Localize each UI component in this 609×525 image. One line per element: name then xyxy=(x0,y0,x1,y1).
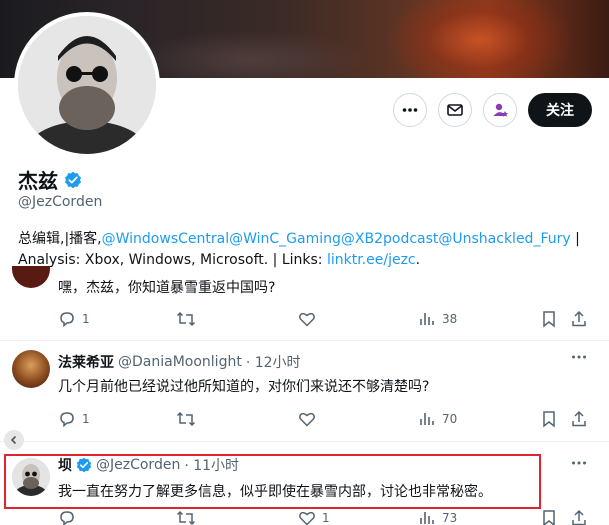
tweet-actions: 1 70 xyxy=(58,410,598,432)
tweet-divider xyxy=(0,441,609,442)
bookmark-icon xyxy=(543,411,555,428)
views-count: 38 xyxy=(442,312,458,326)
tweet-avatar[interactable] xyxy=(12,350,50,388)
tweet-author-handle[interactable]: @JezCorden xyxy=(96,457,180,473)
bio-line2: Analysis: Xbox, Windows, Microsoft. | Li… xyxy=(18,252,327,268)
views-button[interactable]: 38 xyxy=(418,310,457,328)
tweet-author-handle[interactable]: @DaniaMoonlight xyxy=(118,354,242,370)
reply-button[interactable]: 1 xyxy=(58,410,90,428)
share-icon xyxy=(572,310,586,327)
tweet-divider xyxy=(0,340,609,341)
like-count: 1 xyxy=(322,511,330,525)
follow-button-label: 关注 xyxy=(546,103,574,119)
reply-icon xyxy=(60,312,74,328)
tweet-meta: 法莱希亚 @DaniaMoonlight · 12小时 xyxy=(58,352,301,372)
retweet-icon xyxy=(176,311,196,327)
views-icon xyxy=(420,512,434,524)
views-button[interactable]: 73 xyxy=(418,509,457,525)
bookmark-button[interactable] xyxy=(540,310,558,328)
views-icon xyxy=(420,313,434,325)
retweet-icon xyxy=(176,411,196,427)
tweet-author-name[interactable]: 法莱希亚 xyxy=(58,352,114,372)
bookmark-button[interactable] xyxy=(540,410,558,428)
reply-count: 1 xyxy=(82,312,90,326)
tweet-text: 嘿，杰兹，你知道暴雪重返中国吗? xyxy=(58,280,276,296)
tweet-avatar[interactable] xyxy=(12,458,50,496)
reply-button[interactable]: 1 xyxy=(58,310,90,328)
retweet-button[interactable] xyxy=(176,509,196,525)
more-options-button[interactable] xyxy=(393,93,427,127)
tweet-text: 我一直在努力了解更多信息，似乎即使在暴雪内部，讨论也非常秘密。 xyxy=(58,484,492,500)
scroll-left-button[interactable] xyxy=(4,430,24,450)
retweet-button[interactable] xyxy=(176,310,196,328)
tweet-actions: 1 38 xyxy=(58,310,598,332)
tweet-text: 几个月前他已经说过他所知道的，对你们来说还不够清楚吗? xyxy=(58,379,430,395)
bio-prefix: 总编辑,|播客, xyxy=(18,231,102,247)
views-button[interactable]: 70 xyxy=(418,410,457,428)
bio-suffix: | xyxy=(570,231,580,247)
more-icon xyxy=(572,355,586,359)
profile-handle: @JezCorden xyxy=(18,194,103,210)
profile-name-row: 杰兹 xyxy=(18,165,82,194)
reply-button[interactable] xyxy=(58,509,76,525)
more-icon xyxy=(572,461,586,465)
profile-avatar[interactable] xyxy=(14,12,160,158)
bookmark-icon xyxy=(543,311,555,328)
reply-icon xyxy=(60,412,74,428)
like-button[interactable]: 1 xyxy=(298,509,330,525)
bio-end: . xyxy=(415,252,421,268)
like-icon xyxy=(299,511,315,525)
views-count: 70 xyxy=(442,412,458,426)
reply-icon xyxy=(60,511,74,525)
more-icon xyxy=(402,108,418,112)
profile-bio: 总编辑,|播客,@WindowsCentral@WinC_Gaming@XB2p… xyxy=(18,229,598,271)
subscribe-button[interactable] xyxy=(483,93,517,127)
verified-icon xyxy=(65,171,81,188)
tweet-meta: 坝 @JezCorden · 11小时 xyxy=(58,455,239,475)
tweet-more-button[interactable] xyxy=(570,456,588,474)
retweet-icon xyxy=(176,510,196,525)
message-button[interactable] xyxy=(438,93,472,127)
bookmark-button[interactable] xyxy=(540,509,558,525)
tweet-time[interactable]: · 11小时 xyxy=(184,455,239,475)
like-button[interactable] xyxy=(298,410,316,428)
chevron-left-icon xyxy=(10,435,17,445)
bookmark-icon xyxy=(543,510,555,525)
bio-mentions[interactable]: @WindowsCentral@WinC_Gaming@XB2podcast@U… xyxy=(102,231,571,247)
tweet-actions: 1 73 xyxy=(58,509,598,525)
tweet-time[interactable]: · 12小时 xyxy=(246,352,301,372)
profile-name: 杰兹 xyxy=(18,169,58,193)
share-icon xyxy=(572,509,586,525)
reply-count: 1 xyxy=(82,412,90,426)
share-button[interactable] xyxy=(570,509,588,525)
views-icon xyxy=(420,413,434,425)
like-icon xyxy=(299,412,315,427)
tweet-author-name[interactable]: 坝 xyxy=(58,455,72,475)
subscribe-icon xyxy=(493,103,508,117)
follow-button[interactable]: 关注 xyxy=(528,93,592,127)
like-button[interactable] xyxy=(298,310,316,328)
tweet-avatar[interactable] xyxy=(12,266,50,288)
views-count: 73 xyxy=(442,511,458,525)
share-button[interactable] xyxy=(570,410,588,428)
share-icon xyxy=(572,410,586,427)
like-icon xyxy=(299,312,315,327)
verified-icon xyxy=(76,457,92,473)
retweet-button[interactable] xyxy=(176,410,196,428)
tweet-more-button[interactable] xyxy=(570,350,588,368)
share-button[interactable] xyxy=(570,310,588,328)
mail-icon xyxy=(447,104,463,116)
bio-link[interactable]: linktr.ee/jezc xyxy=(327,252,416,268)
